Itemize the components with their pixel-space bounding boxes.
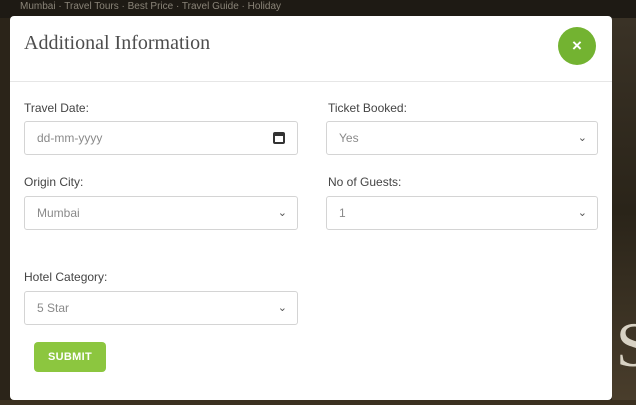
origin-city-label: Origin City: xyxy=(24,175,84,189)
close-icon: × xyxy=(572,36,582,55)
modal-title: Additional Information xyxy=(24,32,211,54)
banner-text: Mumbai · Travel Tours · Best Price · Tra… xyxy=(20,1,282,12)
travel-date-input[interactable]: dd-mm-yyyy xyxy=(24,121,298,155)
no-of-guests-label: No of Guests: xyxy=(328,175,402,189)
chevron-down-icon: ⌄ xyxy=(577,132,587,144)
hotel-category-value: 5 Star xyxy=(37,301,70,315)
chevron-down-icon: ⌄ xyxy=(577,207,587,219)
submit-button[interactable]: SUBMIT xyxy=(34,342,106,372)
modal-header: Additional Information × xyxy=(10,16,612,82)
chevron-down-icon: ⌄ xyxy=(277,207,287,219)
background-hero: S xyxy=(612,18,636,405)
travel-date-placeholder: dd-mm-yyyy xyxy=(37,131,103,145)
hotel-category-select[interactable]: 5 Star ⌄ xyxy=(24,291,298,325)
ticket-booked-value: Yes xyxy=(339,131,359,145)
ticket-booked-select[interactable]: Yes ⌄ xyxy=(326,121,598,155)
no-of-guests-value: 1 xyxy=(339,206,346,220)
origin-city-value: Mumbai xyxy=(37,206,80,220)
background-footer-strip xyxy=(0,400,636,405)
origin-city-select[interactable]: Mumbai ⌄ xyxy=(24,196,298,230)
close-button[interactable]: × xyxy=(558,27,596,65)
no-of-guests-select[interactable]: 1 ⌄ xyxy=(326,196,598,230)
hero-letter: S xyxy=(616,309,636,380)
hotel-category-label: Hotel Category: xyxy=(24,270,108,284)
additional-info-modal: Additional Information × Travel Date: dd… xyxy=(10,16,612,400)
travel-date-label: Travel Date: xyxy=(24,101,89,115)
calendar-icon[interactable] xyxy=(273,132,285,144)
ticket-booked-label: Ticket Booked: xyxy=(328,101,407,115)
chevron-down-icon: ⌄ xyxy=(277,302,287,314)
